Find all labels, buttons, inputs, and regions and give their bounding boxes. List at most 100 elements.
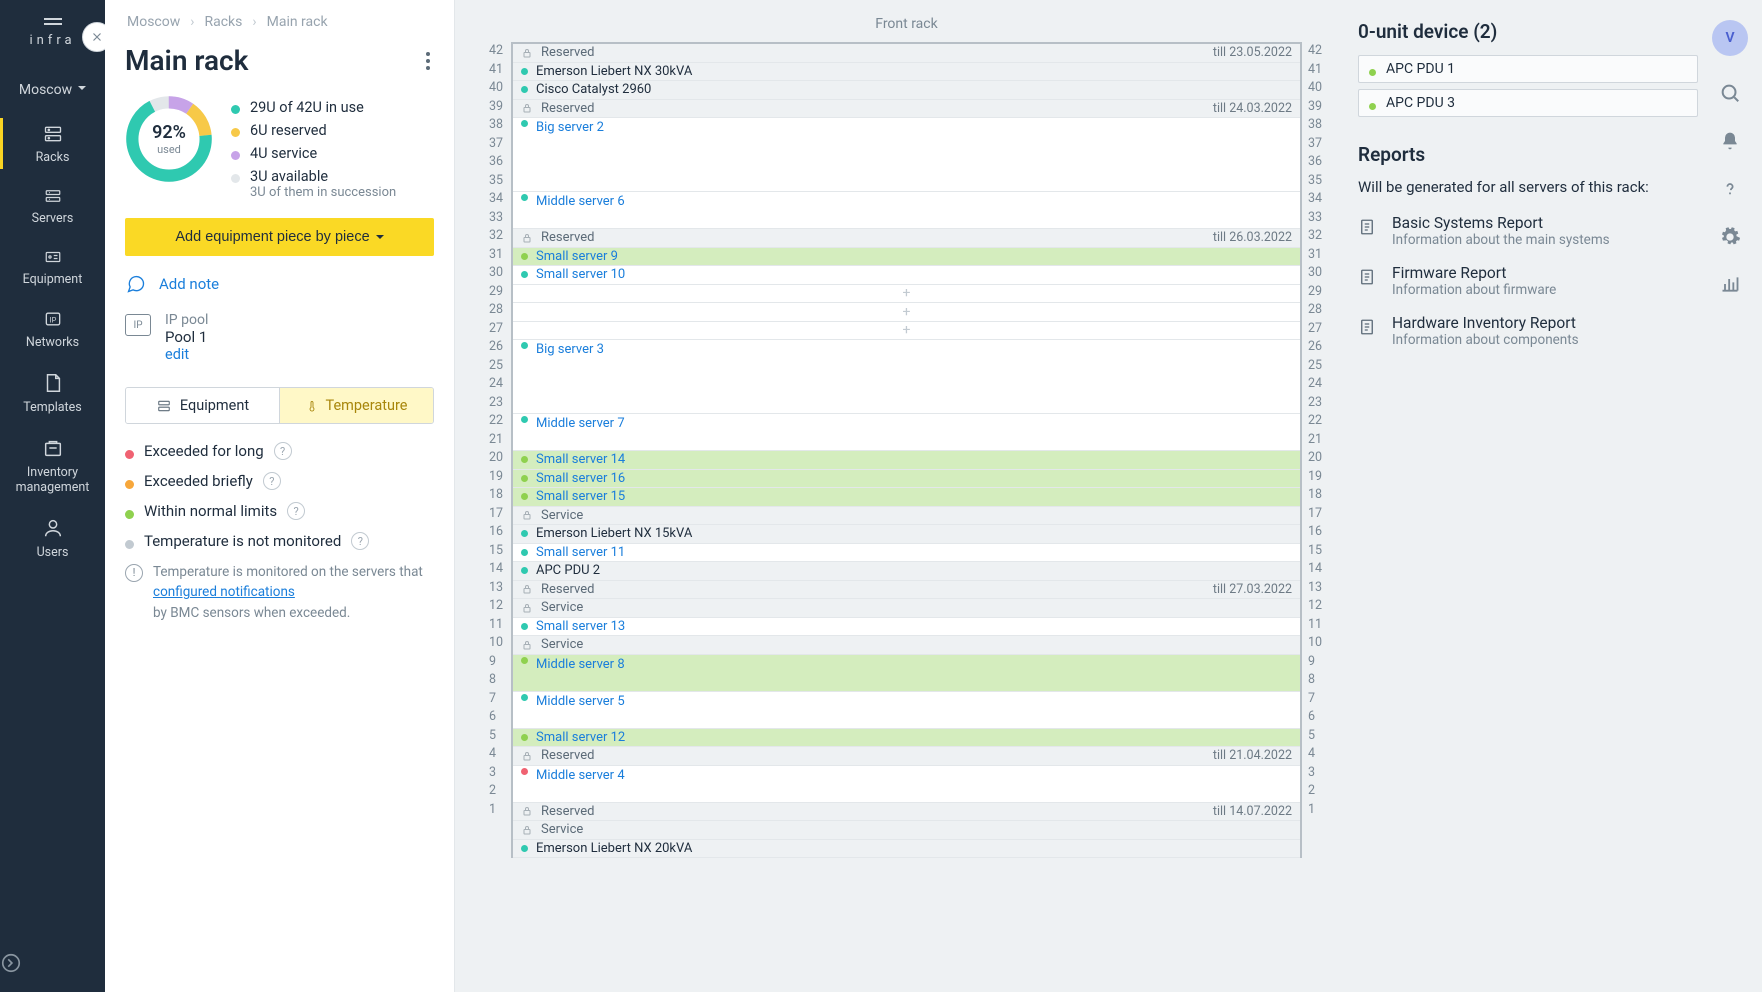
- unit-number: 41: [483, 61, 511, 80]
- report-item[interactable]: Basic Systems ReportInformation about th…: [1358, 214, 1698, 248]
- unit-number: 33: [1302, 209, 1328, 228]
- nav-item-inventory[interactable]: Inventory management: [0, 425, 105, 505]
- rack-slot[interactable]: Small server 16: [513, 470, 1300, 489]
- settings-icon[interactable]: [1719, 226, 1741, 248]
- unit-number: 3: [1302, 764, 1321, 783]
- unit-number: 17: [483, 505, 511, 524]
- rack-slot[interactable]: Emerson Liebert NX 15kVA: [513, 525, 1300, 544]
- unit-number: 40: [483, 79, 511, 98]
- rack-slot[interactable]: Middle server 6: [513, 192, 1300, 229]
- unit-number: 27: [483, 320, 511, 339]
- unit-number: 5: [483, 727, 511, 746]
- breadcrumb-racks[interactable]: Racks: [204, 14, 242, 30]
- rack-slot[interactable]: Small server 10: [513, 266, 1300, 285]
- reports-subtitle: Will be generated for all servers of thi…: [1358, 178, 1698, 196]
- unit-number: 34: [1302, 190, 1328, 209]
- rack-slot[interactable]: Small server 15: [513, 488, 1300, 507]
- rack-slot[interactable]: Middle server 8: [513, 655, 1300, 692]
- rack-slot[interactable]: Middle server 5: [513, 692, 1300, 729]
- rack-slot[interactable]: Small server 12: [513, 729, 1300, 748]
- rack-slot[interactable]: Emerson Liebert NX 30kVA: [513, 63, 1300, 82]
- rack-slot[interactable]: Reservedtill 24.03.2022: [513, 100, 1300, 119]
- rack-slot[interactable]: Small server 9: [513, 248, 1300, 267]
- rack-slot[interactable]: Service: [513, 599, 1300, 618]
- rack-slot[interactable]: Reservedtill 21.04.2022: [513, 747, 1300, 766]
- help-icon[interactable]: ?: [263, 472, 281, 490]
- rack-slot[interactable]: Service: [513, 636, 1300, 655]
- nav-item-templates[interactable]: Templates: [0, 360, 105, 425]
- usage-legend-item: 6U reserved: [231, 122, 396, 139]
- configured-notifications-link[interactable]: configured notifications: [153, 584, 295, 600]
- unit-number: 1: [483, 801, 511, 820]
- bell-icon[interactable]: [1720, 130, 1740, 152]
- report-item[interactable]: Hardware Inventory ReportInformation abo…: [1358, 314, 1698, 348]
- unit-number: 29: [483, 283, 511, 302]
- rack-slot[interactable]: Reservedtill 23.05.2022: [513, 44, 1300, 63]
- unit-number: 25: [483, 357, 511, 376]
- nav-item-servers[interactable]: Servers: [0, 175, 105, 236]
- add-note-link[interactable]: Add note: [159, 275, 219, 293]
- rack-slot[interactable]: Reservedtill 26.03.2022: [513, 229, 1300, 248]
- user-avatar[interactable]: V: [1712, 20, 1748, 56]
- rack-slot[interactable]: [513, 322, 1300, 341]
- unit-number: 22: [1302, 412, 1328, 431]
- help-icon[interactable]: ?: [351, 532, 369, 550]
- unit-number: 2: [483, 782, 511, 801]
- rack-slot[interactable]: Service: [513, 821, 1300, 840]
- search-icon[interactable]: [1719, 82, 1741, 104]
- rack-slot[interactable]: Small server 11: [513, 544, 1300, 563]
- unit-number: 29: [1302, 283, 1328, 302]
- nav-item-racks[interactable]: Racks: [0, 112, 105, 175]
- unit-number: 32: [483, 227, 511, 246]
- report-item[interactable]: Firmware ReportInformation about firmwar…: [1358, 264, 1698, 298]
- rack-slot[interactable]: Service: [513, 507, 1300, 526]
- tab-temperature[interactable]: Temperature: [280, 388, 433, 423]
- rack-slot[interactable]: Big server 2: [513, 118, 1300, 192]
- rack-slot[interactable]: [513, 285, 1300, 304]
- detail-tabs: Equipment Temperature: [125, 387, 434, 424]
- stats-icon[interactable]: [1719, 274, 1741, 294]
- nav-item-networks[interactable]: IPNetworks: [0, 297, 105, 360]
- breadcrumb-location[interactable]: Moscow: [127, 14, 180, 30]
- unit-number: 10: [483, 634, 511, 653]
- more-actions-button[interactable]: [422, 48, 434, 74]
- rack-slot[interactable]: Emerson Liebert NX 20kVA: [513, 840, 1300, 859]
- rack-slot[interactable]: Middle server 4: [513, 766, 1300, 803]
- temperature-legend-item: Exceeded briefly ?: [125, 472, 434, 490]
- unit-number: 37: [1302, 135, 1328, 154]
- unit-number: 14: [483, 560, 511, 579]
- rack-slot[interactable]: Small server 14: [513, 451, 1300, 470]
- rack-slot[interactable]: Reservedtill 14.07.2022: [513, 803, 1300, 822]
- rack-slot[interactable]: Reservedtill 27.03.2022: [513, 581, 1300, 600]
- unit-number: 31: [483, 246, 511, 265]
- unit-number: 16: [1302, 523, 1328, 542]
- help-icon[interactable]: [1723, 178, 1737, 200]
- rack-details-panel: Moscow › Racks › Main rack Main rack 9: [105, 0, 455, 992]
- temperature-legend-item: Within normal limits ?: [125, 502, 434, 520]
- add-equipment-button[interactable]: Add equipment piece by piece: [125, 218, 434, 256]
- unit-number: 14: [1302, 560, 1328, 579]
- nav-item-users[interactable]: Users: [0, 505, 105, 570]
- help-icon[interactable]: ?: [287, 502, 305, 520]
- tab-equipment[interactable]: Equipment: [126, 388, 280, 423]
- rack-slot[interactable]: [513, 303, 1300, 322]
- pdu-item[interactable]: APC PDU 3: [1358, 89, 1698, 117]
- rack-slot[interactable]: Middle server 7: [513, 414, 1300, 451]
- unit-number: 30: [483, 264, 511, 283]
- breadcrumb: Moscow › Racks › Main rack: [127, 14, 434, 30]
- pdu-item[interactable]: APC PDU 1: [1358, 55, 1698, 83]
- left-nav: infra Moscow RacksServersEquipmentIPNetw…: [0, 0, 105, 992]
- unit-number: 26: [1302, 338, 1328, 357]
- location-selector[interactable]: Moscow: [19, 82, 86, 98]
- collapse-nav-button[interactable]: [0, 952, 105, 992]
- unit-number: 30: [1302, 264, 1328, 283]
- nav-item-equipment[interactable]: Equipment: [0, 236, 105, 297]
- rack-slot[interactable]: Cisco Catalyst 2960: [513, 81, 1300, 100]
- ip-pool-edit-link[interactable]: edit: [165, 346, 189, 363]
- help-icon[interactable]: ?: [274, 442, 292, 460]
- rack-slot[interactable]: Big server 3: [513, 340, 1300, 414]
- rack-slot[interactable]: Small server 13: [513, 618, 1300, 637]
- rack-slot[interactable]: APC PDU 2: [513, 562, 1300, 581]
- unit-number: 23: [483, 394, 511, 413]
- unit-number: 17: [1302, 505, 1328, 524]
